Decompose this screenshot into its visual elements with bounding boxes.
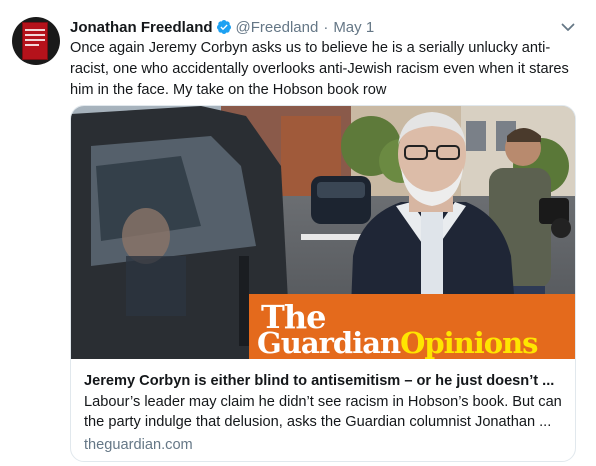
tweet-text: Once again Jeremy Corbyn asks us to beli…: [70, 40, 569, 98]
author-name[interactable]: Jonathan Freedland: [70, 19, 213, 36]
card-description: Labour’s leader may claim he didn’t see …: [84, 394, 562, 430]
verified-badge-icon: [216, 19, 232, 35]
avatar[interactable]: [12, 17, 60, 65]
link-card[interactable]: The GuardianOpinions Jeremy Corbyn is ei…: [70, 105, 576, 462]
card-title[interactable]: Jeremy Corbyn is either blind to antisem…: [84, 371, 562, 391]
card-image[interactable]: The GuardianOpinions: [71, 106, 575, 359]
tweet[interactable]: Jonathan Freedland @Freedland · May 1 On…: [0, 0, 596, 466]
tweet-date[interactable]: May 1: [333, 19, 374, 36]
separator-dot: ·: [323, 18, 329, 36]
guardian-banner: [249, 294, 575, 359]
tweet-header: Jonathan Freedland @Freedland · May 1: [70, 17, 374, 37]
chevron-down-icon[interactable]: [560, 19, 576, 35]
author-handle[interactable]: @Freedland: [236, 19, 319, 36]
card-domain: theguardian.com: [84, 437, 193, 453]
avatar-book-cover-icon: [22, 22, 48, 60]
card-body[interactable]: Jeremy Corbyn is either blind to antisem…: [71, 359, 575, 461]
